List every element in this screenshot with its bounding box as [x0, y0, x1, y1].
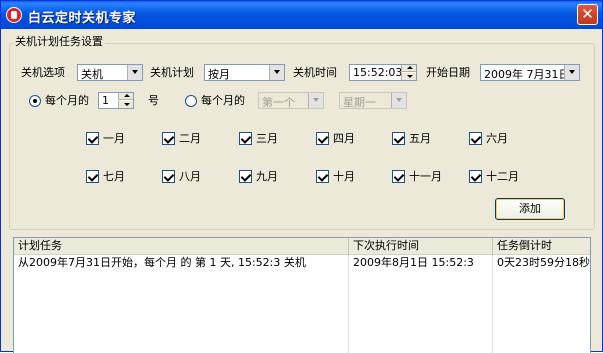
checkbox-checked-icon[interactable] [469, 170, 482, 183]
spin-down-icon[interactable] [401, 73, 416, 80]
start-date-picker[interactable]: 2009年 7月31日 [480, 64, 580, 81]
title-bar: 白云定时关机专家 ✕ [1, 1, 602, 29]
start-date-value: 2009年 7月31日 [484, 68, 570, 81]
shutdown-option-label: 关机选项 [21, 66, 65, 79]
checkbox-checked-icon[interactable] [469, 132, 482, 145]
month-label: 十二月 [486, 170, 519, 183]
close-button[interactable]: ✕ [577, 4, 598, 25]
add-task-button[interactable]: 添加 [495, 198, 565, 220]
month-label: 一月 [103, 132, 125, 145]
spin-up-icon[interactable] [118, 93, 133, 100]
app-window: 白云定时关机专家 ✕ 关机计划任务设置 关机选项 关机 关机计划 按月 关机时间… [0, 0, 603, 353]
checkbox-checked-icon[interactable] [86, 132, 99, 145]
checkbox-checked-icon[interactable] [162, 132, 175, 145]
shutdown-plan-select[interactable]: 按月 [204, 64, 285, 81]
checkbox-checked-icon[interactable] [392, 132, 405, 145]
shutdown-plan-value: 按月 [208, 68, 230, 81]
chevron-down-icon[interactable] [391, 93, 406, 108]
table-row[interactable]: 从2009年7月31日开始，每个月 的 第 1 天, 15:52:3 关机 20… [14, 255, 590, 271]
spin-down-icon[interactable] [118, 101, 133, 108]
shutdown-option-select[interactable]: 关机 [77, 64, 143, 81]
checkbox-checked-icon[interactable] [239, 132, 252, 145]
chevron-down-icon[interactable] [308, 93, 323, 108]
day-suffix-label: 号 [148, 94, 159, 107]
shutdown-option-value: 关机 [81, 68, 103, 81]
month-label: 十一月 [409, 170, 442, 183]
cell-task: 从2009年7月31日开始，每个月 的 第 1 天, 15:52:3 关机 [18, 256, 306, 269]
column-header-countdown[interactable]: 任务倒计时 [493, 238, 590, 255]
monthly-day-label: 每个月的 [45, 94, 89, 107]
month-label: 三月 [256, 132, 278, 145]
start-date-label: 开始日期 [426, 66, 470, 79]
day-of-month-value: 1 [102, 94, 109, 107]
shutdown-time-picker[interactable]: 15:52:03 [349, 64, 417, 81]
checkbox-checked-icon[interactable] [392, 170, 405, 183]
weekday-value: 星期一 [343, 96, 376, 109]
shutdown-time-value: 15:52:03 [353, 66, 403, 79]
month-label: 二月 [179, 132, 201, 145]
chevron-down-icon[interactable] [269, 65, 284, 80]
monthly-weekday-label: 每个月的 [201, 94, 245, 107]
spin-up-icon[interactable] [401, 65, 416, 72]
column-header-task[interactable]: 计划任务 [14, 238, 349, 255]
checkbox-checked-icon[interactable] [162, 170, 175, 183]
month-label: 九月 [256, 170, 278, 183]
checkbox-checked-icon[interactable] [86, 170, 99, 183]
week-ordinal-value: 第一个 [262, 96, 295, 109]
column-header-next-run[interactable]: 下次执行时间 [349, 238, 493, 255]
window-title: 白云定时关机专家 [28, 11, 137, 26]
task-list-header: 计划任务 下次执行时间 任务倒计时 [14, 238, 590, 255]
week-ordinal-select[interactable]: 第一个 [258, 92, 324, 109]
monthly-weekday-radio[interactable] [185, 95, 197, 107]
chevron-down-icon[interactable] [127, 65, 142, 80]
group-title: 关机计划任务设置 [13, 35, 105, 49]
task-list[interactable]: 计划任务 下次执行时间 任务倒计时 从2009年7月31日开始，每个月 的 第 … [13, 237, 591, 353]
checkbox-checked-icon[interactable] [316, 132, 329, 145]
app-logo-icon [6, 7, 22, 23]
month-label: 四月 [333, 132, 355, 145]
month-label: 七月 [103, 170, 125, 183]
cell-next-run: 2009年8月1日 15:52:3 [353, 256, 474, 269]
month-label: 八月 [179, 170, 201, 183]
month-label: 五月 [409, 132, 431, 145]
month-label: 十月 [333, 170, 355, 183]
day-of-month-spinner[interactable]: 1 [98, 92, 134, 109]
shutdown-plan-label: 关机计划 [150, 66, 194, 79]
cell-countdown: 0天23时59分18秒 [497, 256, 590, 269]
checkbox-checked-icon[interactable] [239, 170, 252, 183]
checkbox-checked-icon[interactable] [316, 170, 329, 183]
chevron-down-icon[interactable] [564, 65, 579, 80]
shutdown-time-label: 关机时间 [293, 66, 337, 79]
weekday-select[interactable]: 星期一 [339, 92, 407, 109]
month-label: 六月 [486, 132, 508, 145]
monthly-day-radio[interactable] [29, 95, 41, 107]
